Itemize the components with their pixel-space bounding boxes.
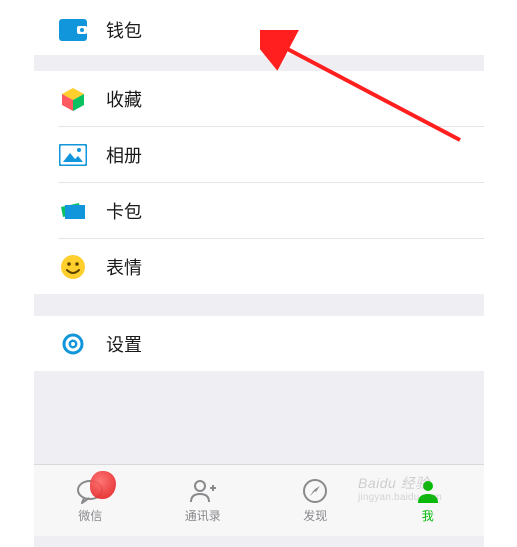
- compass-icon: [300, 478, 330, 504]
- row-stickers-label: 表情: [106, 254, 142, 280]
- section-gap: [34, 55, 484, 71]
- smiley-icon: [58, 252, 88, 282]
- notification-badge: [90, 471, 116, 499]
- tab-me-label: 我: [422, 507, 434, 524]
- person-icon: [413, 478, 443, 504]
- gear-icon: [58, 329, 88, 359]
- row-album-label: 相册: [106, 142, 142, 168]
- row-album[interactable]: 相册: [34, 127, 484, 182]
- wallet-icon: [58, 15, 88, 45]
- photo-icon: [58, 140, 88, 170]
- tab-chat[interactable]: 微信: [34, 465, 147, 536]
- row-settings[interactable]: 设置: [34, 316, 484, 371]
- row-favorites[interactable]: 收藏: [34, 71, 484, 126]
- row-wallet-label: 钱包: [106, 17, 142, 43]
- cards-icon: [58, 196, 88, 226]
- section-gap: [34, 371, 484, 426]
- contacts-icon: [188, 478, 218, 504]
- cube-icon: [58, 84, 88, 114]
- row-settings-label: 设置: [106, 331, 142, 357]
- tab-me[interactable]: 我: [372, 465, 485, 536]
- tab-contacts-label: 通讯录: [185, 507, 221, 524]
- tab-chat-label: 微信: [78, 507, 102, 524]
- me-screen: 钱包 收藏 相册: [34, 0, 484, 547]
- group-wallet: 钱包: [34, 0, 484, 55]
- row-stickers[interactable]: 表情: [34, 239, 484, 294]
- bottom-tabbar: 微信 通讯录 发现: [34, 464, 484, 536]
- tab-discover[interactable]: 发现: [259, 465, 372, 536]
- tab-contacts[interactable]: 通讯录: [147, 465, 260, 536]
- row-wallet[interactable]: 钱包: [34, 0, 484, 55]
- tab-discover-label: 发现: [303, 507, 327, 524]
- row-cards-label: 卡包: [106, 198, 142, 224]
- row-cards[interactable]: 卡包: [34, 183, 484, 238]
- section-gap: [34, 294, 484, 316]
- group-settings: 设置: [34, 316, 484, 371]
- group-collection: 收藏 相册 卡包: [34, 71, 484, 294]
- row-favorites-label: 收藏: [106, 86, 142, 112]
